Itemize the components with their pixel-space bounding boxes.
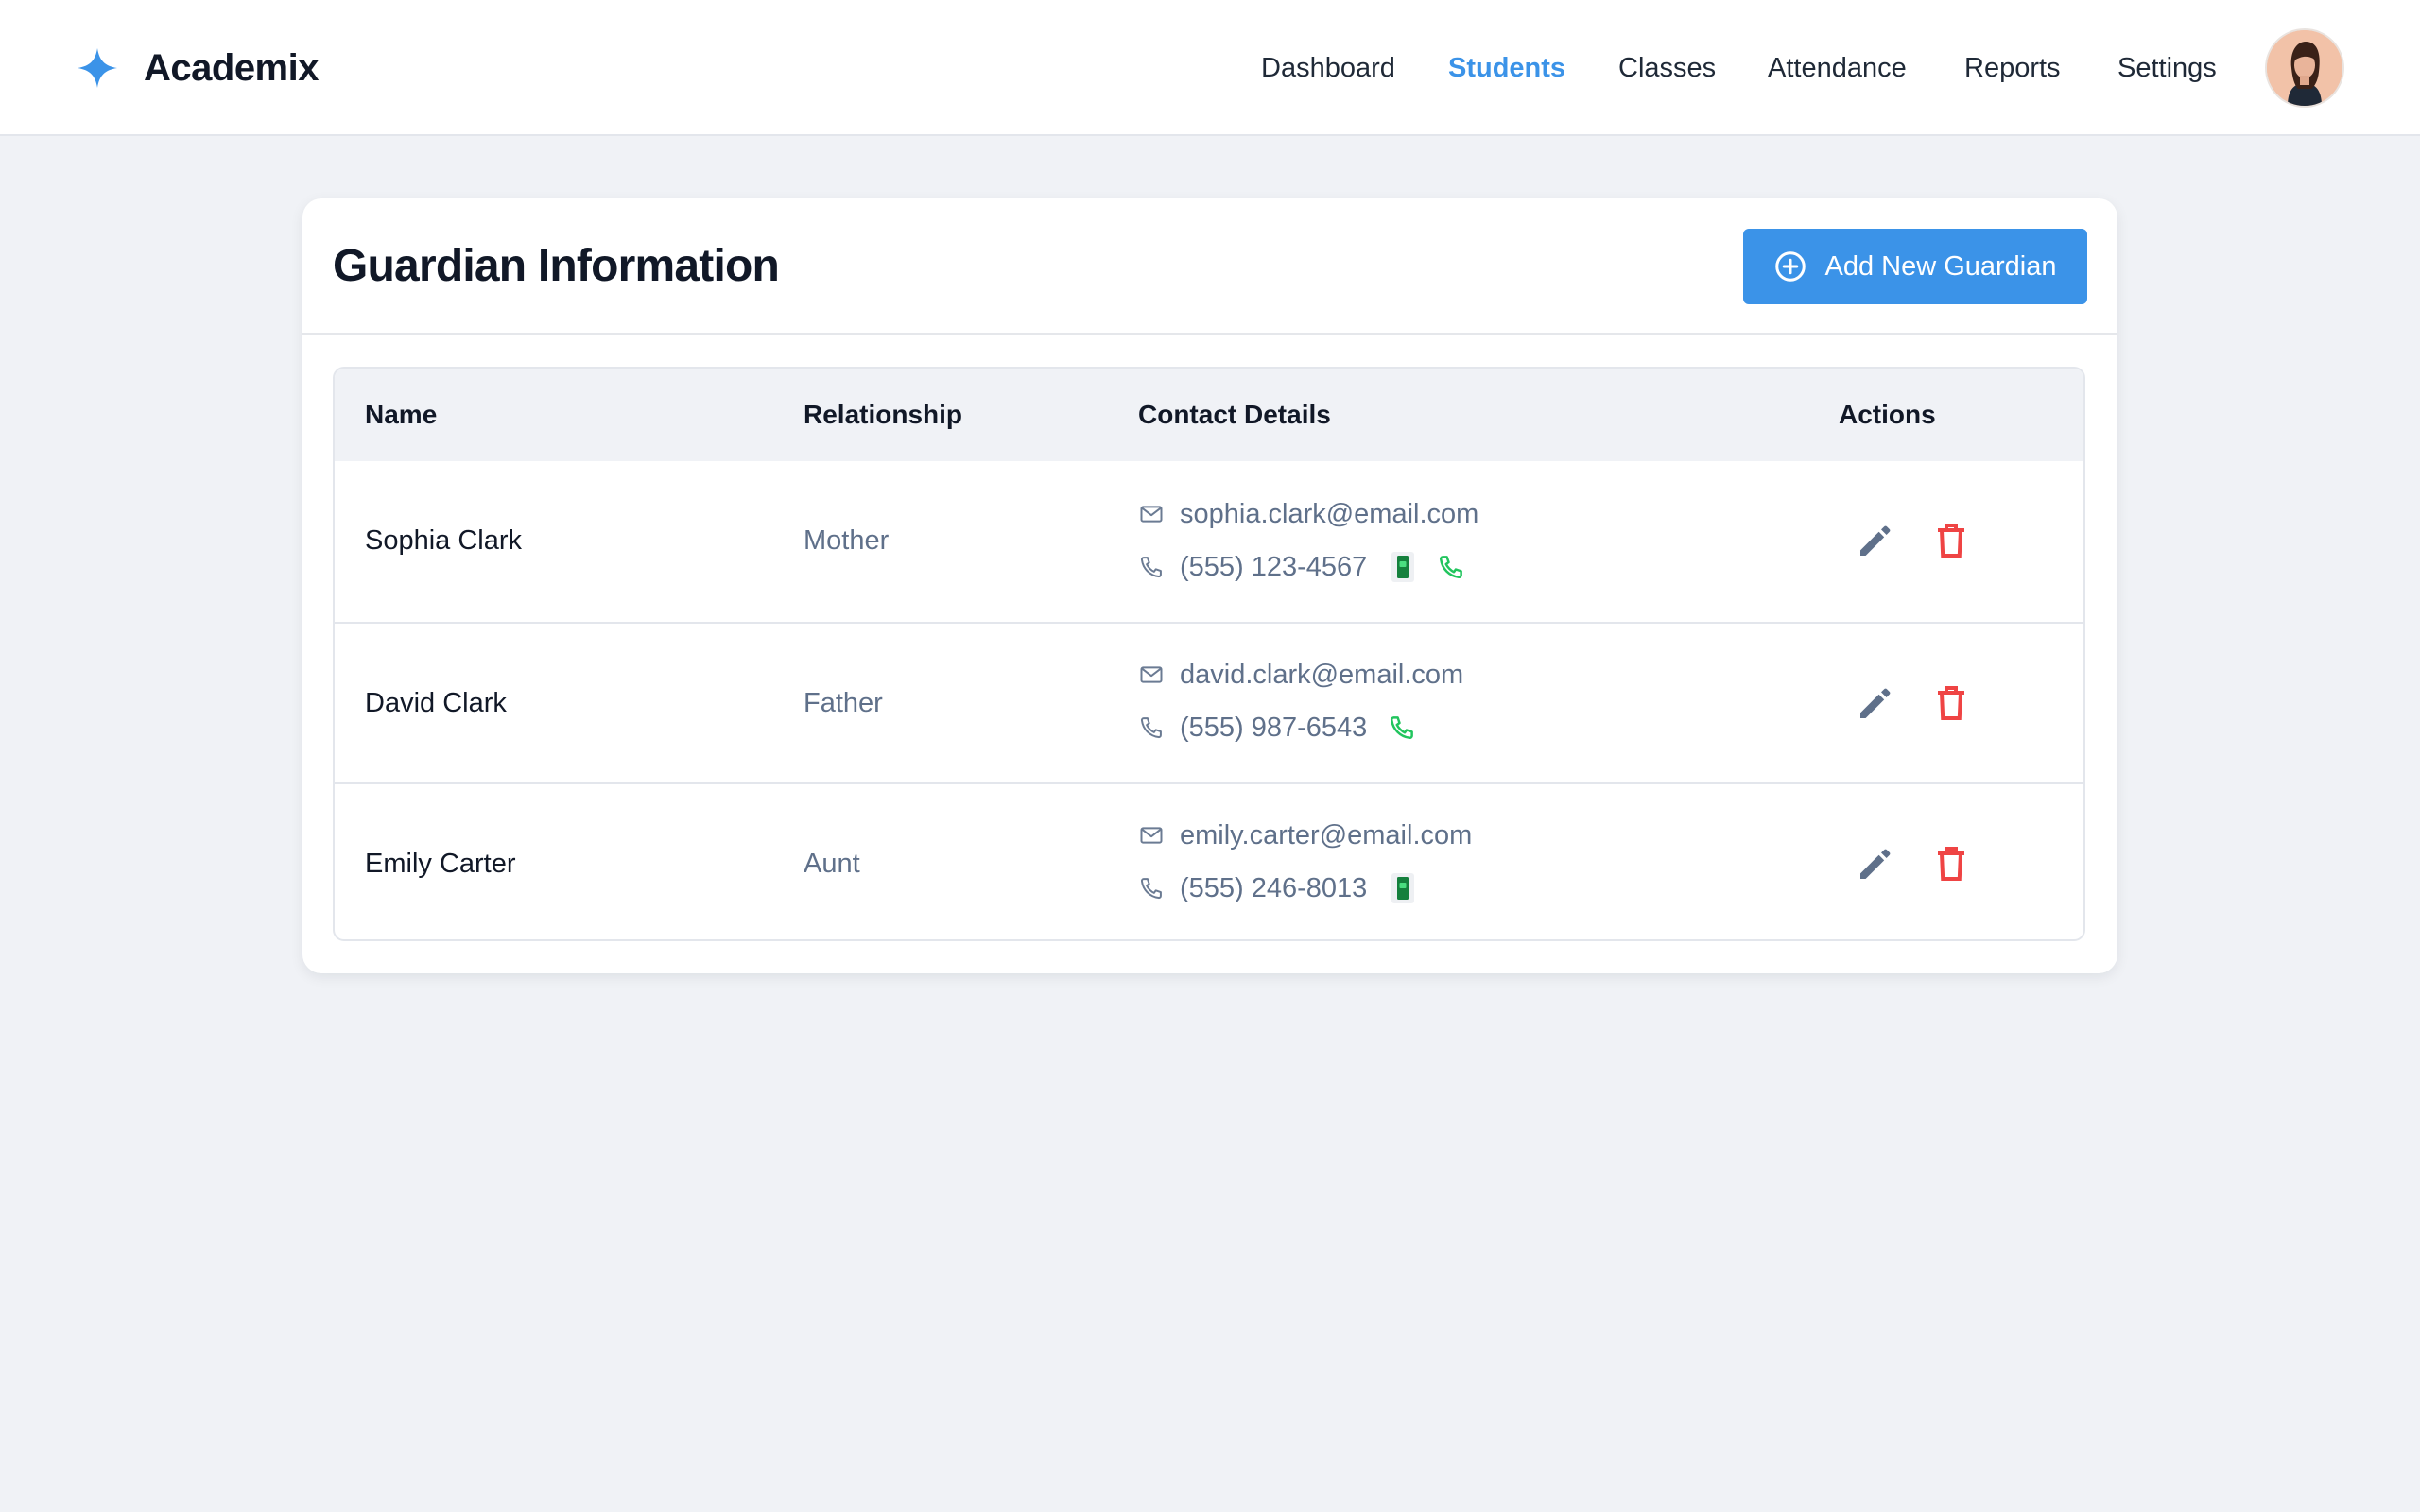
- sparkle-logo-icon: [78, 48, 117, 88]
- nav-classes[interactable]: Classes: [1618, 49, 1716, 87]
- header-actions: Actions: [1839, 400, 1936, 429]
- app-name: Academix: [144, 46, 319, 89]
- guardian-relationship: Mother: [804, 525, 890, 556]
- pencil-icon: [1860, 688, 1891, 718]
- top-navbar: Academix Dashboard Students Classes Atte…: [0, 0, 2420, 136]
- nav-reports[interactable]: Reports: [1964, 49, 2061, 87]
- brand[interactable]: Academix: [76, 40, 319, 96]
- card-header: Guardian Information Add New Guardian: [302, 198, 2118, 335]
- table-row: Sophia Clark Mother sophia.clark@email.c…: [335, 461, 2083, 622]
- guardian-table: Name Relationship Contact Details Action…: [333, 367, 2085, 941]
- guardian-relationship: Father: [804, 688, 883, 718]
- pencil-icon: [1860, 849, 1891, 879]
- add-guardian-button[interactable]: Add New Guardian: [1743, 229, 2087, 304]
- edit-button[interactable]: [1853, 680, 1898, 726]
- header-contact: Contact Details: [1138, 400, 1331, 429]
- phone-line: (555) 987-6543: [1138, 709, 1416, 747]
- nav-settings[interactable]: Settings: [2118, 49, 2217, 87]
- header-relationship: Relationship: [804, 400, 963, 429]
- trash-icon: [1938, 847, 1964, 881]
- delete-button[interactable]: [1928, 518, 1974, 563]
- phone-icon: [1140, 557, 1162, 578]
- delete-button[interactable]: [1928, 841, 1974, 886]
- email-line: sophia.clark@email.com: [1138, 495, 1478, 533]
- plus-circle-icon: [1775, 251, 1806, 282]
- mobile-icon: [1392, 873, 1415, 903]
- user-avatar[interactable]: [2267, 30, 2342, 106]
- mail-icon: [1140, 827, 1163, 844]
- guardian-relationship: Aunt: [804, 849, 860, 879]
- guardian-name: Sophia Clark: [365, 525, 523, 556]
- phone-icon: [1140, 878, 1162, 900]
- email-line: emily.carter@email.com: [1138, 816, 1472, 854]
- nav-dashboard[interactable]: Dashboard: [1261, 49, 1395, 87]
- nav-attendance[interactable]: Attendance: [1768, 49, 1907, 87]
- trash-icon: [1938, 524, 1964, 558]
- phone-call-icon[interactable]: [1437, 553, 1465, 581]
- email-line: david.clark@email.com: [1138, 656, 1463, 694]
- nav-students[interactable]: Students: [1448, 49, 1565, 87]
- add-guardian-label: Add New Guardian: [1824, 250, 2057, 282]
- avatar-portrait-icon: [2267, 30, 2342, 106]
- phone-call-icon[interactable]: [1388, 713, 1416, 742]
- guardian-email[interactable]: emily.carter@email.com: [1180, 820, 1472, 851]
- mobile-icon: [1392, 552, 1415, 582]
- table-header: Name Relationship Contact Details Action…: [335, 369, 2083, 461]
- guardian-name: Emily Carter: [365, 849, 516, 879]
- pencil-icon: [1860, 525, 1891, 556]
- guardian-phone[interactable]: (555) 246-8013: [1180, 873, 1367, 904]
- guardian-phone[interactable]: (555) 123-4567: [1180, 552, 1367, 583]
- phone-line: (555) 246-8013: [1138, 869, 1416, 907]
- guardian-phone[interactable]: (555) 987-6543: [1180, 713, 1367, 744]
- trash-icon: [1938, 686, 1964, 720]
- table-row: Emily Carter Aunt emily.carter@email.com…: [335, 782, 2083, 939]
- guardian-card: Guardian Information Add New Guardian Na…: [302, 198, 2118, 973]
- page-title: Guardian Information: [333, 241, 780, 291]
- phone-icon: [1140, 717, 1162, 739]
- guardian-email[interactable]: sophia.clark@email.com: [1180, 499, 1478, 530]
- edit-button[interactable]: [1853, 518, 1898, 563]
- header-name: Name: [365, 400, 438, 429]
- edit-button[interactable]: [1853, 841, 1898, 886]
- delete-button[interactable]: [1928, 680, 1974, 726]
- mail-icon: [1140, 666, 1163, 683]
- mail-icon: [1140, 506, 1163, 523]
- guardian-email[interactable]: david.clark@email.com: [1180, 660, 1463, 691]
- guardian-name: David Clark: [365, 688, 507, 718]
- table-row: David Clark Father david.clark@email.com…: [335, 622, 2083, 782]
- phone-line: (555) 123-4567: [1138, 548, 1465, 586]
